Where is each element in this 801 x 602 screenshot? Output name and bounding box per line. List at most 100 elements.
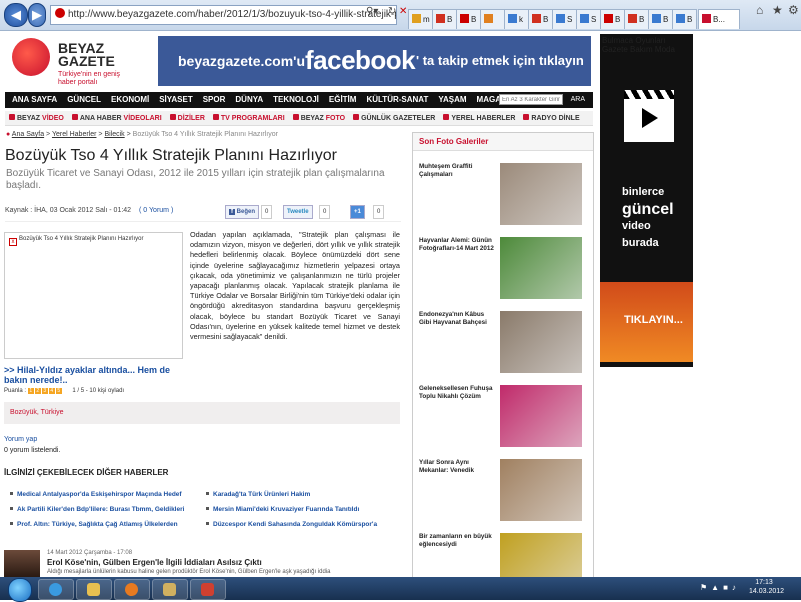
nav-item[interactable]: YAŞAM (433, 92, 471, 108)
rating-star[interactable]: 3 (41, 388, 48, 394)
breadcrumb-home[interactable]: Ana Sayfa (12, 131, 44, 138)
refresh-icon[interactable]: ↻ (388, 6, 396, 17)
nav-item[interactable]: EKONOMİ (106, 92, 154, 108)
taskbar-ie-icon[interactable] (38, 579, 74, 600)
taskbar-explorer-icon[interactable] (76, 579, 112, 600)
browser-tab[interactable]: S (576, 9, 601, 29)
other-news-item[interactable]: Medical Antalyaspor'da Eskişehirspor Maç… (10, 491, 182, 498)
gallery-title[interactable]: Yıllar Sonra Aynı Mekanlar: Venedik (419, 459, 494, 474)
comment-count-link[interactable]: ( 0 Yorum ) (139, 207, 173, 214)
browser-tab-active[interactable]: B... (698, 9, 740, 29)
tab-label: B (543, 15, 549, 24)
browser-tab[interactable]: m (408, 9, 433, 29)
gallery-thumbnail[interactable] (500, 459, 582, 521)
subnav-item[interactable]: YEREL HABERLER (441, 112, 521, 126)
browser-tab[interactable]: B (648, 9, 673, 29)
gallery-title[interactable]: Hayvanlar Alemi: Günün Fotoğrafları-14 M… (419, 237, 494, 252)
nav-item[interactable]: KÜLTÜR-SANAT (361, 92, 433, 108)
browser-tab[interactable]: B (528, 9, 553, 29)
ad-cta[interactable]: TIKLAYIN... (600, 282, 693, 362)
other-news-title: Prof. Altın: Türkiye, Sağlıkta Çağ Atlam… (17, 521, 178, 528)
write-comment-link[interactable]: Yorum yap (4, 434, 60, 445)
tweet-button[interactable]: Tweetle (283, 205, 313, 219)
site-logo[interactable]: BEYAZ GAZETE (58, 41, 115, 68)
search-button[interactable]: ARA (571, 92, 585, 108)
gallery-title[interactable]: Endonezya'nın Kâbus Gibi Hayvanat Bahçes… (419, 311, 494, 326)
google-plus-button[interactable]: +1 (350, 205, 365, 219)
browser-tab[interactable]: B (456, 9, 481, 29)
subnav-item[interactable]: BEYAZ VİDEO (7, 112, 70, 126)
facebook-like-button[interactable]: f Beğen (225, 205, 260, 219)
gallery-thumbnail[interactable] (500, 163, 582, 225)
featured-news-headline[interactable]: Erol Köse'nin, Gülben Ergen'le İlgili İd… (47, 558, 262, 567)
subnav-label: RADYO DİNLE (531, 115, 580, 122)
breadcrumb-bilecik[interactable]: Bilecik (104, 131, 124, 138)
browser-tab[interactable]: S (552, 9, 577, 29)
nav-item[interactable]: TEKNOLOJİ (268, 92, 324, 108)
gallery-thumbnail[interactable] (500, 533, 582, 577)
nav-item[interactable]: GÜNCEL (62, 92, 106, 108)
browser-tab[interactable]: B (432, 9, 457, 29)
rating-star[interactable]: 5 (55, 388, 62, 394)
featured-news-thumbnail[interactable] (4, 550, 40, 577)
subnav-item[interactable]: DİZİLER (168, 112, 211, 126)
featured-news-date: 14 Mart 2012 Çarşamba - 17:08 (47, 550, 133, 556)
system-tray[interactable]: ⚑▲■♪ (700, 583, 740, 592)
taskbar-app-icon[interactable] (190, 579, 226, 600)
article-source-date: Kaynak : İHA, 03 Ocak 2012 Salı - 01:42 (5, 207, 132, 214)
browser-toolbar: ◀ ▶ http://www.beyazgazete.com/haber/201… (0, 0, 801, 31)
subnav-item[interactable]: RADYO DİNLE (521, 112, 585, 126)
gallery-thumbnail[interactable] (500, 311, 582, 373)
subnav-item[interactable]: TV PROGRAMLARI (211, 112, 291, 126)
browser-tab[interactable]: B (624, 9, 649, 29)
nav-item[interactable]: SPOR (198, 92, 231, 108)
breadcrumb-local-news[interactable]: Yerel Haberler (52, 131, 97, 138)
stop-icon[interactable]: ✕ (399, 6, 407, 17)
taskbar-media-player-icon[interactable] (114, 579, 150, 600)
other-news-item[interactable]: Prof. Altın: Türkiye, Sağlıkta Çağ Atlam… (10, 521, 178, 528)
other-news-item[interactable]: Mersin Miami'deki Kruvaziyer Fuarında Ta… (206, 506, 359, 513)
start-button[interactable] (8, 578, 32, 602)
rating-star[interactable]: 4 (48, 388, 55, 394)
settings-gear-icon[interactable]: ⚙ (788, 3, 799, 17)
photo-gallery-sidebar: Son Foto Galeriler Muhteşem Graffiti Çal… (412, 132, 594, 577)
other-news-item[interactable]: Düzcespor Kendi Sahasında Zonguldak Kömü… (206, 521, 377, 528)
subnav-item[interactable]: GÜNLÜK GAZETELER (351, 112, 441, 126)
gallery-title[interactable]: Geleneksellesen Fuhuşa Toplu Nikahlı Çöz… (419, 385, 494, 400)
facebook-banner[interactable]: beyazgazete.com'u facebook ' ta takip et… (158, 36, 591, 86)
nav-item[interactable]: EĞİTİM (324, 92, 362, 108)
tags[interactable]: Bozüyük, Türkiye (10, 409, 64, 416)
gallery-title[interactable]: Bir zamanların en büyük eğlencesiydi (419, 533, 494, 548)
other-news-item[interactable]: Karadağ'ta Türk Ürünleri Hakim (206, 491, 310, 498)
gallery-title[interactable]: Muhteşem Graffiti Çalışmaları (419, 163, 494, 178)
logo-icon[interactable] (12, 38, 50, 76)
browser-tab[interactable] (480, 9, 505, 29)
search-dropdown-icon[interactable]: ⚲▾ (366, 6, 378, 17)
subnav-label-accent: TV PROGRAMLARI (220, 115, 285, 122)
rating-star[interactable]: 1 (27, 388, 34, 394)
home-icon[interactable]: ⌂ (756, 3, 763, 17)
video-ad-banner[interactable]: Bulmaca Oyunları Gazete Bakım Moda binle… (600, 34, 693, 367)
gallery-thumbnail[interactable] (500, 385, 582, 447)
taskbar-clock[interactable]: 17:13 14.03.2012 (749, 578, 784, 596)
tab-label: k (519, 15, 523, 24)
back-button[interactable]: ◀ (4, 3, 28, 27)
subnav-item[interactable]: BEYAZ FOTO (291, 112, 351, 126)
other-news-item[interactable]: Ak Partili Kiler'den Bdp'lilere: Burası … (10, 506, 184, 513)
browser-tab[interactable]: k (504, 9, 529, 29)
subnav-item[interactable]: ANA HABER VİDEOLARI (70, 112, 168, 126)
forward-button[interactable]: ▶ (28, 3, 46, 27)
rating-star[interactable]: 2 (34, 388, 41, 394)
nav-item[interactable]: SİYASET (154, 92, 198, 108)
related-news-link[interactable]: >> Hilal-Yıldız ayaklar altında... Hem d… (4, 365, 184, 385)
gallery-thumbnail[interactable] (500, 237, 582, 299)
favorites-star-icon[interactable]: ★ (772, 3, 783, 17)
taskbar-folder-icon[interactable] (152, 579, 188, 600)
address-bar[interactable]: http://www.beyazgazete.com/haber/2012/1/… (50, 5, 397, 25)
nav-item[interactable]: DÜNYA (230, 92, 268, 108)
subnav-bullet-icon (443, 114, 450, 120)
nav-item[interactable]: ANA SAYFA (7, 92, 62, 108)
browser-tab[interactable]: B (600, 9, 625, 29)
browser-tab[interactable]: B (672, 9, 697, 29)
search-input[interactable] (499, 94, 563, 105)
